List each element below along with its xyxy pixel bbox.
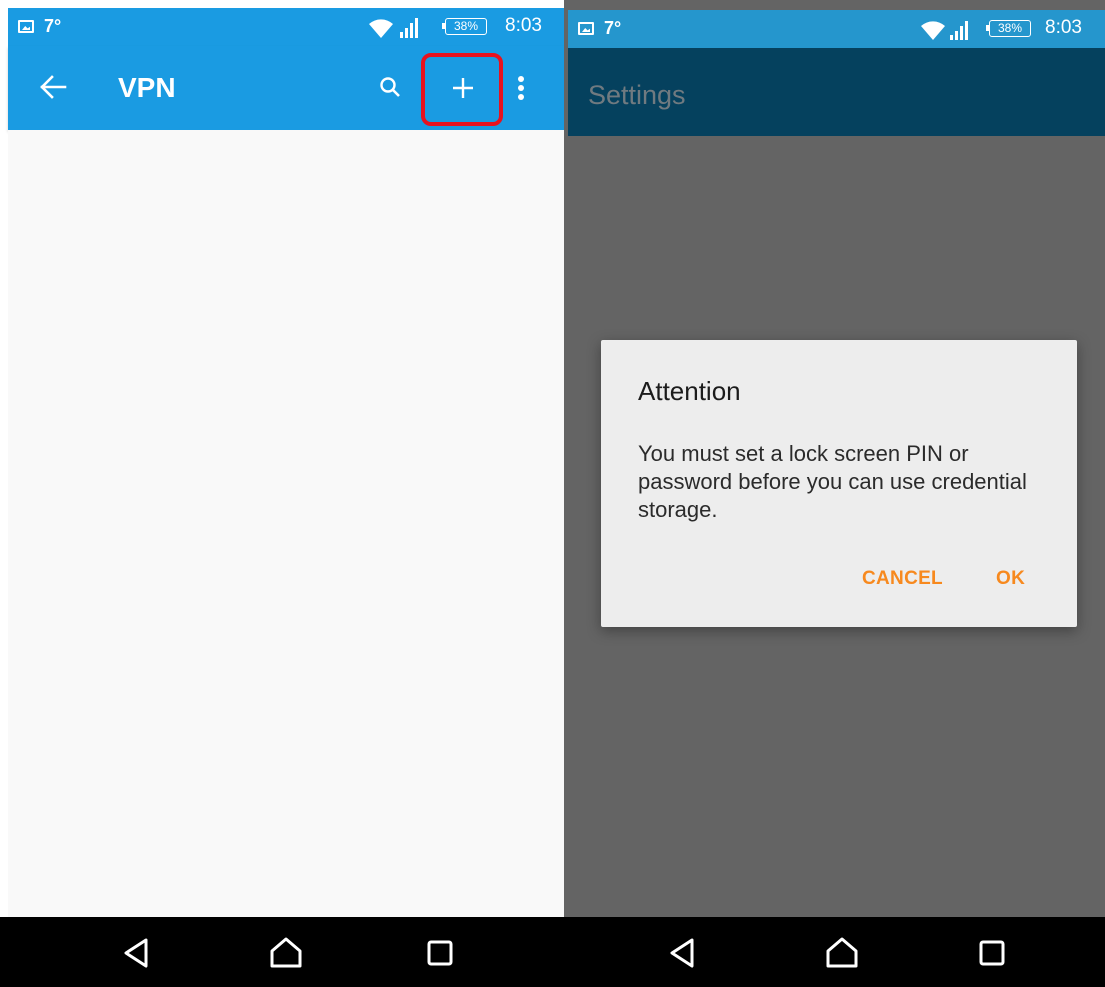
wifi-icon bbox=[921, 21, 945, 40]
dialog-title: Attention bbox=[638, 376, 741, 406]
recents-icon[interactable] bbox=[972, 933, 1012, 973]
back-arrow-icon[interactable] bbox=[36, 70, 70, 104]
back-triangle-icon[interactable] bbox=[664, 933, 704, 973]
page-title: VPN bbox=[118, 72, 176, 103]
status-bar: 7° 38% 8:03 bbox=[8, 8, 564, 46]
gallery-notification-icon bbox=[18, 20, 34, 33]
dialog-message: You must set a lock screen PIN or passwo… bbox=[638, 441, 1027, 522]
add-button-highlight bbox=[421, 53, 503, 126]
vpn-screen: 7° 38% 8:03 VPN bbox=[0, 0, 564, 987]
wifi-icon bbox=[369, 19, 393, 38]
ok-button[interactable]: OK bbox=[996, 568, 1025, 590]
status-bar: 7° 38% 8:03 bbox=[568, 10, 1105, 48]
back-triangle-icon[interactable] bbox=[118, 933, 158, 973]
temperature: 7° bbox=[44, 16, 62, 36]
overflow-menu-button[interactable] bbox=[506, 65, 536, 111]
settings-screen: 7° 38% 8:03 Settings Attention You must … bbox=[564, 0, 1105, 987]
cancel-button[interactable]: CANCEL bbox=[862, 568, 943, 590]
recents-icon[interactable] bbox=[420, 933, 460, 973]
navigation-bar bbox=[564, 917, 1105, 987]
home-icon[interactable] bbox=[822, 933, 862, 973]
navigation-bar bbox=[0, 917, 564, 987]
search-button[interactable] bbox=[367, 64, 413, 110]
vpn-list-empty bbox=[8, 130, 564, 917]
battery-indicator: 38% bbox=[986, 20, 1031, 37]
temperature: 7° bbox=[604, 18, 622, 38]
page-title: Settings bbox=[588, 80, 686, 110]
clock: 8:03 bbox=[505, 15, 542, 36]
app-bar: Settings bbox=[568, 48, 1105, 136]
attention-dialog: Attention You must set a lock screen PIN… bbox=[601, 340, 1077, 627]
gallery-notification-icon bbox=[578, 22, 594, 35]
signal-icon bbox=[400, 18, 422, 38]
battery-indicator: 38% bbox=[442, 18, 487, 35]
clock: 8:03 bbox=[1045, 17, 1082, 38]
overflow-menu-icon bbox=[518, 76, 524, 100]
home-icon[interactable] bbox=[266, 933, 306, 973]
signal-icon bbox=[950, 20, 972, 40]
search-icon bbox=[380, 77, 400, 97]
